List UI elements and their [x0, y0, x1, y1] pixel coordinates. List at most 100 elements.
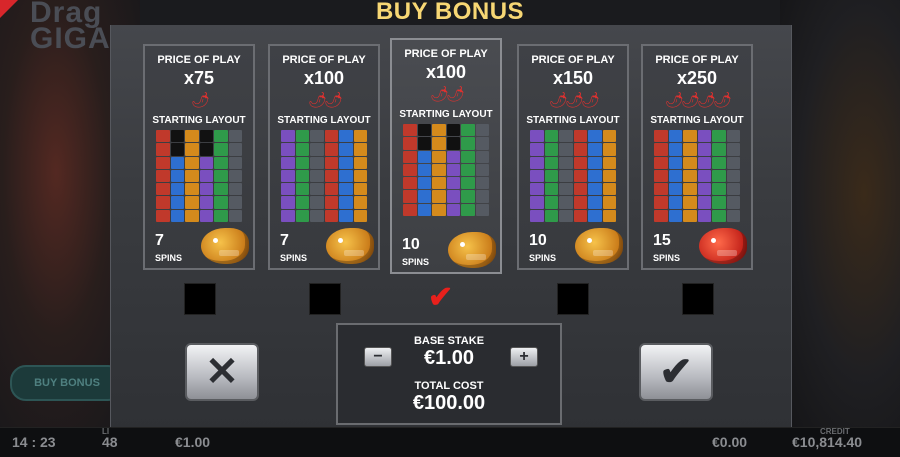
layout-symbol-tile: [339, 169, 353, 183]
chili-icon: 🌶🌶🌶🌶: [664, 92, 732, 109]
layout-symbol-tile: [668, 196, 682, 209]
layout-symbol-tile: [417, 177, 431, 190]
chili-icon: 🌶🌶: [307, 92, 343, 109]
layout-symbol-tile: [683, 130, 697, 143]
starting-layout-grid: [281, 130, 367, 222]
cancel-button[interactable]: ✕: [185, 343, 259, 401]
selected-checkmark-icon[interactable]: ✔: [428, 280, 453, 315]
red-dragon-icon: [699, 228, 747, 264]
layout-symbol-tile: [185, 156, 199, 169]
layout-symbol-tile: [683, 143, 697, 156]
spins-label: SPINS: [155, 253, 183, 263]
layout-symbol-tile: [573, 196, 587, 209]
layout-symbol-tile: [654, 143, 668, 156]
stake-increase-button[interactable]: +: [510, 347, 538, 367]
layout-symbol-tile: [339, 156, 353, 169]
layout-symbol-tile: [602, 143, 616, 156]
layout-symbol-tile: [588, 196, 602, 209]
layout-symbol-tile: [417, 203, 431, 216]
layout-symbol-tile: [170, 209, 184, 222]
layout-symbol-tile: [432, 124, 446, 137]
layout-symbol-tile: [726, 209, 740, 222]
layout-symbol-tile: [156, 130, 170, 143]
layout-symbol-tile: [353, 156, 367, 169]
layout-symbol-tile: [602, 209, 616, 222]
page-title: BUY BONUS: [375, 0, 525, 25]
bonus-checkbox-5[interactable]: [682, 283, 714, 315]
layout-symbol-tile: [544, 130, 558, 143]
layout-symbol-tile: [683, 169, 697, 183]
layout-symbol-tile: [295, 209, 309, 222]
layout-symbol-tile: [446, 203, 460, 216]
layout-symbol-tile: [461, 177, 475, 190]
layout-symbol-tile: [559, 156, 573, 169]
background-right-art: [780, 0, 900, 430]
layout-symbol-tile: [712, 196, 726, 209]
layout-symbol-tile: [446, 163, 460, 177]
bonus-card-2[interactable]: PRICE OF PLAY x100 🌶🌶 STARTING LAYOUT 7 …: [268, 44, 380, 270]
starting-layout-grid: [403, 124, 489, 216]
layout-symbol-tile: [310, 196, 324, 209]
bonus-checkbox-2[interactable]: [309, 283, 341, 315]
layout-symbol-tile: [156, 196, 170, 209]
gold-dragon-icon: [448, 232, 496, 268]
layout-symbol-tile: [417, 124, 431, 137]
layout-symbol-tile: [353, 183, 367, 196]
layout-symbol-tile: [588, 143, 602, 156]
layout-symbol-tile: [588, 183, 602, 196]
layout-symbol-tile: [228, 209, 242, 222]
layout-symbol-tile: [432, 203, 446, 216]
layout-symbol-tile: [668, 130, 682, 143]
layout-symbol-tile: [559, 196, 573, 209]
layout-symbol-tile: [170, 130, 184, 143]
bonus-card-1[interactable]: PRICE OF PLAY x75 🌶 STARTING LAYOUT 7 SP…: [143, 44, 255, 270]
starting-layout-grid: [654, 130, 740, 222]
layout-symbol-tile: [228, 196, 242, 209]
layout-symbol-tile: [573, 143, 587, 156]
layout-symbol-tile: [156, 156, 170, 169]
layout-symbol-tile: [475, 190, 489, 203]
layout-symbol-tile: [417, 163, 431, 177]
layout-symbol-tile: [417, 150, 431, 163]
layout-symbol-tile: [310, 130, 324, 143]
layout-symbol-tile: [573, 169, 587, 183]
layout-symbol-tile: [668, 156, 682, 169]
layout-symbol-tile: [712, 130, 726, 143]
layout-symbol-tile: [185, 196, 199, 209]
layout-symbol-tile: [417, 190, 431, 203]
layout-symbol-tile: [461, 150, 475, 163]
starting-layout-label: STARTING LAYOUT: [152, 115, 246, 126]
layout-symbol-tile: [530, 183, 544, 196]
layout-symbol-tile: [403, 163, 417, 177]
layout-symbol-tile: [353, 196, 367, 209]
confirm-button[interactable]: ✔: [639, 343, 713, 401]
bonus-card-4[interactable]: PRICE OF PLAY x150 🌶🌶🌶 STARTING LAYOUT 1…: [517, 44, 629, 270]
layout-symbol-tile: [324, 169, 338, 183]
bonus-card-5[interactable]: PRICE OF PLAY x250 🌶🌶🌶🌶 STARTING LAYOUT …: [641, 44, 753, 270]
layout-symbol-tile: [446, 190, 460, 203]
layout-symbol-tile: [461, 124, 475, 137]
bonus-checkbox-4[interactable]: [557, 283, 589, 315]
layout-symbol-tile: [295, 130, 309, 143]
layout-symbol-tile: [324, 196, 338, 209]
bonus-checkbox-1[interactable]: [184, 283, 216, 315]
layout-symbol-tile: [475, 137, 489, 150]
layout-symbol-tile: [214, 209, 228, 222]
bonus-card-3[interactable]: PRICE OF PLAY x100 🌶🌶 STARTING LAYOUT 10…: [390, 38, 502, 274]
layout-symbol-tile: [432, 137, 446, 150]
starting-layout-grid: [156, 130, 242, 222]
spins-count: 10: [402, 236, 420, 253]
layout-symbol-tile: [295, 143, 309, 156]
gold-dragon-icon: [201, 228, 249, 264]
layout-symbol-tile: [559, 183, 573, 196]
layout-symbol-tile: [446, 150, 460, 163]
stake-decrease-button[interactable]: −: [364, 347, 392, 367]
layout-symbol-tile: [712, 169, 726, 183]
price-of-play-label: PRICE OF PLAY: [404, 48, 488, 60]
layout-symbol-tile: [544, 196, 558, 209]
layout-symbol-tile: [559, 130, 573, 143]
layout-symbol-tile: [712, 183, 726, 196]
layout-symbol-tile: [544, 156, 558, 169]
layout-symbol-tile: [417, 137, 431, 150]
starting-layout-grid: [530, 130, 616, 222]
